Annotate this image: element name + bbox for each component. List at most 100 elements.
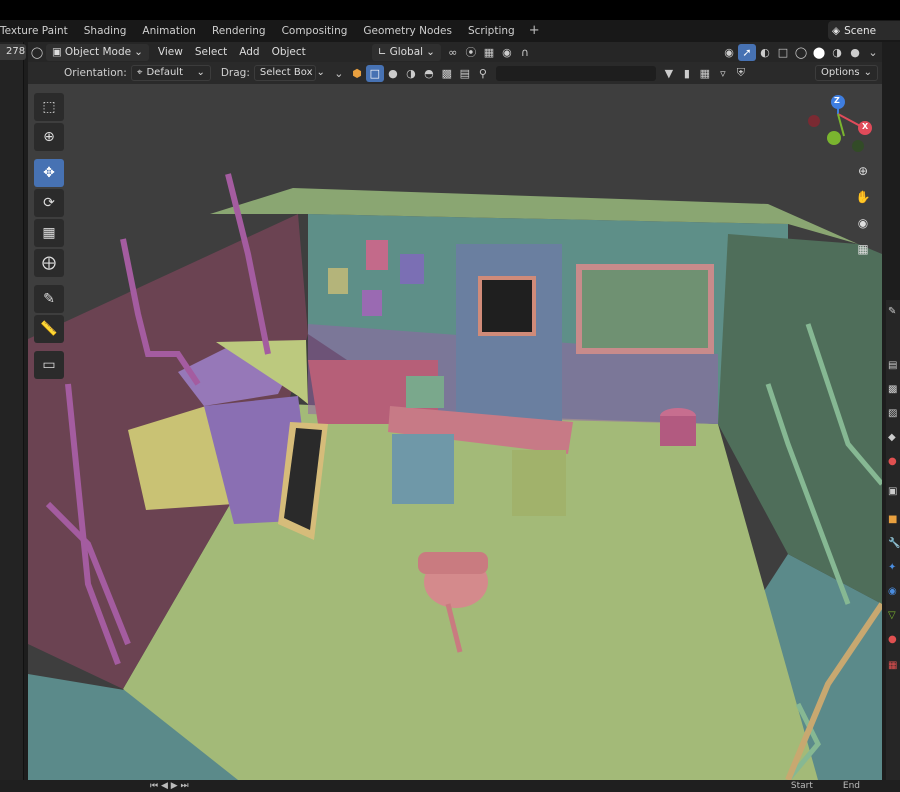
collection-properties-icon[interactable]: ▣	[888, 486, 900, 500]
object-mode-icon: ▣	[52, 45, 62, 58]
transform-orientation-dropdown[interactable]: ∟ Global ⌄	[371, 43, 441, 61]
tab-geometry-nodes[interactable]: Geometry Nodes	[355, 20, 460, 42]
poster	[328, 268, 348, 294]
rotate-icon[interactable]: ⟳	[34, 189, 64, 217]
visibility-icon[interactable]: ◉	[720, 44, 738, 61]
pivot-icon[interactable]: ∞	[444, 44, 462, 61]
options-dropdown[interactable]: Options ⌄	[815, 65, 878, 81]
annotate-icon[interactable]: ✎	[34, 285, 64, 313]
tab-scripting[interactable]: Scripting	[460, 20, 523, 42]
scene-properties-icon[interactable]: ◆	[888, 432, 900, 446]
menu-select[interactable]: Select	[189, 44, 233, 61]
scale-icon[interactable]: ▦	[34, 219, 64, 247]
chevron-down-icon[interactable]: ⌄	[864, 44, 882, 61]
desk-side-drawers	[512, 450, 566, 516]
tab-rendering[interactable]: Rendering	[204, 20, 274, 42]
viewport-nav-buttons: ⊕ ✋ ◉ ▦	[852, 160, 874, 260]
filter-image-icon[interactable]: ▩	[438, 65, 456, 82]
transform-icon[interactable]: ⨁	[34, 249, 64, 277]
timeline-header: ⏮ ◀ ▶ ⏭ Start End	[0, 780, 900, 792]
move-icon[interactable]: ✥	[34, 159, 64, 187]
menu-object[interactable]: Object	[266, 44, 312, 61]
rendered-shading-icon[interactable]: ●	[846, 44, 864, 61]
search-input[interactable]	[495, 65, 656, 81]
falloff-icon[interactable]: ∩	[516, 44, 534, 61]
tab-shading[interactable]: Shading	[76, 20, 135, 42]
output-properties-icon[interactable]: ▩	[888, 384, 900, 398]
camera-icon[interactable]: ◉	[852, 212, 874, 234]
trash-bin-body	[660, 416, 696, 446]
menu-add[interactable]: Add	[233, 44, 265, 61]
pan-hand-icon[interactable]: ✋	[852, 186, 874, 208]
modifier-wrench-icon[interactable]: 🔧	[888, 538, 900, 552]
scene-selector[interactable]: ◈ Scene	[828, 21, 900, 40]
overlay-icon[interactable]: ◐	[756, 44, 774, 61]
editor-type-icon[interactable]: ◯	[28, 44, 46, 61]
drag-label: Drag:	[220, 67, 250, 79]
tool-properties-icon[interactable]: ✎	[888, 306, 900, 320]
measure-icon[interactable]: 📏	[34, 315, 64, 343]
shield-icon[interactable]: ⛨	[732, 65, 750, 82]
filter-scene-icon[interactable]: ▤	[456, 65, 474, 82]
snap-icon[interactable]: ⦿	[462, 44, 480, 61]
orientation-icon: ⌖	[136, 67, 143, 78]
add-cube-icon[interactable]: ▭	[34, 351, 64, 379]
world-properties-icon[interactable]: ●	[888, 456, 900, 470]
scene-icon: ◈	[832, 24, 841, 37]
filter-material-icon[interactable]: ◑	[402, 65, 420, 82]
texture-icon[interactable]: ▦	[888, 660, 900, 674]
playback-controls-icon[interactable]: ⏮ ◀ ▶ ⏭	[150, 781, 189, 791]
tab-texture-paint[interactable]: Texture Paint	[0, 20, 76, 42]
title-bar	[0, 0, 900, 20]
render-properties-icon[interactable]: ▤	[888, 360, 900, 374]
frame-end-label: End	[842, 781, 860, 791]
menu-view[interactable]: View	[152, 44, 189, 61]
zoom-icon[interactable]: ⊕	[852, 160, 874, 182]
timeline-strip	[0, 42, 24, 792]
tool-settings-header: Orientation: ⌖ Default ⌄ Drag: Select Bo…	[28, 62, 882, 84]
select-box-icon[interactable]: ⬚	[34, 93, 64, 121]
mode-dropdown[interactable]: ▣ Object Mode ⌄	[46, 43, 149, 61]
chevron-down-icon: ⌄	[134, 45, 143, 58]
chevron-down-icon[interactable]: ⌄	[330, 65, 348, 82]
filter-sphere-icon[interactable]: ●	[384, 65, 402, 82]
filter-toggle-icon[interactable]: ▼	[660, 65, 678, 82]
orientation-label: Orientation:	[64, 67, 127, 79]
door-window	[482, 280, 532, 332]
snap-target-icon[interactable]: ▦	[480, 44, 498, 61]
view-layer-icon[interactable]: ▨	[888, 408, 900, 422]
material-icon[interactable]: ●	[888, 634, 900, 648]
viewport-header: ◯ ▣ Object Mode ⌄ View Select Add Object…	[28, 42, 882, 62]
3d-viewport[interactable]: Z X	[28, 84, 882, 780]
grid-perspective-icon[interactable]: ▦	[852, 238, 874, 260]
select-mode-icon[interactable]: □	[365, 64, 384, 82]
search-icon: ⚲	[478, 66, 487, 80]
funnel-icon[interactable]: ▿	[714, 65, 732, 82]
display-mode-icon[interactable]: ▦	[696, 65, 714, 82]
proportional-edit-icon[interactable]: ◉	[498, 44, 516, 61]
object-properties-icon[interactable]: ■	[888, 514, 900, 528]
bookmark-icon[interactable]: ▮	[678, 65, 696, 82]
add-workspace-button[interactable]: +	[523, 20, 546, 42]
sidebar-collapse[interactable]	[882, 84, 900, 300]
constraints-icon[interactable]: ▽	[888, 610, 900, 624]
frame-field[interactable]: 278	[0, 44, 26, 60]
collection-color-icon[interactable]: ⬢	[348, 65, 366, 82]
drag-dropdown[interactable]: Select Box ⌄	[253, 65, 325, 81]
solid-shading-icon[interactable]: ⬤	[810, 44, 828, 61]
material-shading-icon[interactable]: ◑	[828, 44, 846, 61]
xray-icon[interactable]: □	[774, 44, 792, 61]
gizmo-toggle-icon[interactable]: ➚	[738, 43, 756, 61]
physics-icon[interactable]: ◉	[888, 586, 900, 600]
particles-icon[interactable]: ✦	[888, 562, 900, 576]
tab-compositing[interactable]: Compositing	[274, 20, 356, 42]
tab-animation[interactable]: Animation	[134, 20, 204, 42]
scene-render	[28, 84, 882, 780]
chevron-down-icon: ⌄	[196, 67, 205, 78]
bulletin-board	[582, 270, 708, 348]
orientation-dropdown[interactable]: ⌖ Default ⌄	[130, 65, 211, 81]
wireframe-shading-icon[interactable]: ◯	[792, 44, 810, 61]
cursor-icon[interactable]: ⊕	[34, 123, 64, 151]
filter-world-icon[interactable]: ◓	[420, 65, 438, 82]
options-label: Options	[821, 67, 860, 78]
